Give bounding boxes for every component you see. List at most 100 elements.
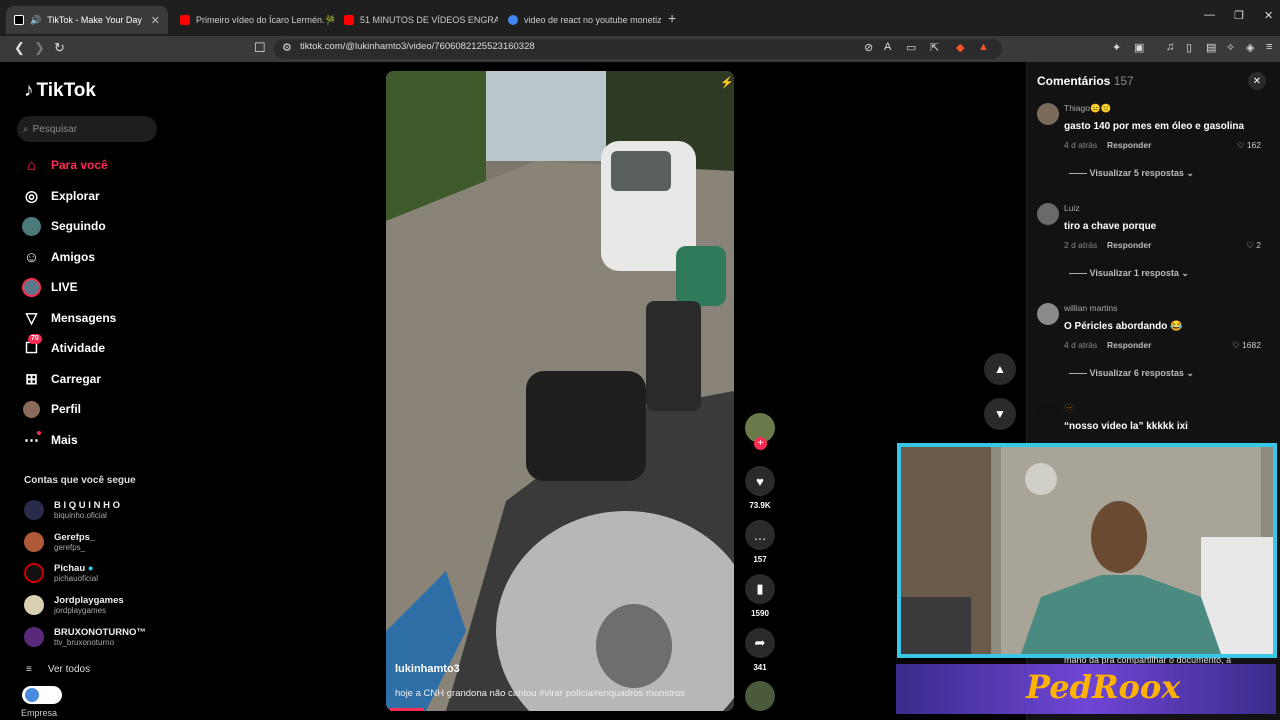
comment-date: 4 d atrás [1064,140,1098,150]
new-tab-icon[interactable]: + [668,10,676,26]
bookmark-icon[interactable]: ☐ [254,40,266,56]
followed-account[interactable]: Jordplaygames jordplaygames [24,595,124,615]
avatar[interactable] [1037,403,1059,425]
translate-icon[interactable]: A [884,41,891,53]
nav-item-seguindo[interactable]: Seguindo [22,215,182,237]
comment-username[interactable]: Thiago😑😕 [1064,103,1111,114]
url-text[interactable]: tiktok.com/@lukinhamto3/video/7606082125… [300,41,535,52]
back-icon[interactable]: ❮ [14,40,25,56]
cast-icon[interactable]: ▭ [906,41,916,54]
reply-button[interactable]: Responder [1107,240,1151,250]
brave-shield-icon[interactable]: ◆ [956,41,964,54]
sound-avatar-button[interactable] [745,681,775,711]
heart-outline-icon: ♡ [1246,240,1254,250]
business-toggle[interactable] [22,686,62,704]
heart-icon: ♥ [745,466,775,496]
view-replies-link[interactable]: —— Visualizar 1 resposta ⌄ [1069,268,1189,279]
site-info-icon[interactable]: ⚙ [282,41,292,54]
share-icon[interactable]: ⇱ [930,41,939,54]
nav-item-mais[interactable]: ⋯ Mais [22,429,182,451]
reload-icon[interactable]: ↻ [54,40,65,56]
reply-button[interactable]: Responder [1107,140,1151,150]
followed-account[interactable]: BRUXONOTURNO™ ttv_bruxonoturno [24,627,146,647]
extension-icon[interactable]: ✦ [1112,41,1121,54]
view-replies-link[interactable]: —— Visualizar 6 respostas ⌄ [1069,368,1194,379]
address-toolbar: ❮ ❯ ↻ ☐ [0,36,1280,62]
video-author[interactable]: lukinhamto3 [395,663,460,675]
mute-icon[interactable]: ⚡ [720,76,734,89]
like-button[interactable]: ♥ 73.9K [745,466,775,510]
wallet2-icon[interactable]: ▤ [1206,41,1216,54]
comments-title-label: Comentários [1037,74,1111,88]
forward-icon[interactable]: ❯ [34,40,45,56]
no-tracking-icon[interactable]: ⊘ [864,41,873,54]
minimize-icon[interactable]: — [1204,9,1215,21]
next-video-button[interactable]: ▼ [984,398,1016,430]
avatar[interactable] [1037,303,1059,325]
previous-video-button[interactable]: ▲ [984,353,1016,385]
tiktok-logo[interactable]: ♪ TikTok [24,80,96,102]
video-player[interactable] [386,71,734,711]
view-replies-link[interactable]: —— Visualizar 5 respostas ⌄ [1069,168,1194,179]
comment-like-button[interactable]: ♡ 2 [1246,240,1261,251]
comment-like-button[interactable]: ♡ 1682 [1232,340,1261,351]
creator-avatar-button[interactable]: + [745,413,775,450]
nav-item-perfil[interactable]: Perfil [22,398,182,420]
like-count: 73.9K [749,501,771,510]
music-icon[interactable]: ♫ [1166,41,1174,53]
toggle-knob [25,688,39,702]
window-close-icon[interactable]: ✕ [1264,9,1273,22]
vpn-icon[interactable]: ◈ [1246,41,1254,54]
browser-tab[interactable]: 51 MINUTOS DE VÍDEOS ENGRAÇAD [336,6,498,34]
leo-icon[interactable]: ✧ [1226,41,1235,54]
nav-item-atividade[interactable]: ☐ 70 Atividade [22,333,182,359]
comment-like-button[interactable]: ♡ 162 [1237,140,1261,151]
compass-icon: ◎ [24,188,39,205]
rewards-icon[interactable]: ▲ [978,41,989,53]
nav-item-mensagens[interactable]: ▽ Mensagens [22,307,182,329]
view-replies-label: Visualizar 1 resposta [1089,268,1179,278]
comment-username[interactable]: 🫥 [1064,403,1075,414]
nav-item-para-voce[interactable]: ⌂ Para você [22,154,182,176]
avatar[interactable] [1037,103,1059,125]
wallet-icon[interactable]: ▣ [1134,41,1144,54]
comment-username[interactable]: Luiz [1064,203,1080,213]
video-progress-bar[interactable] [390,708,424,711]
nav-item-carregar[interactable]: ⊞ Carregar [22,368,182,390]
avatar[interactable] [1037,203,1059,225]
tab-title: TikTok - Make Your Day [47,15,142,25]
browser-tab[interactable]: Primeiro vídeo do Ícaro Lermén.🎋🌿 [172,6,334,34]
search-input[interactable]: ⌕ Pesquisar [17,116,157,142]
see-all-link[interactable]: ≡ Ver todos [26,664,90,675]
comment-username[interactable]: willian martins [1064,303,1117,313]
comment-count: 157 [753,555,767,564]
chevron-down-icon: ▼ [994,407,1006,421]
browser-tab[interactable]: video de react no youtube monetiza [500,6,662,34]
menu-icon[interactable]: ≡ [1266,41,1272,53]
comment-button[interactable]: … 157 [745,520,775,564]
share-button[interactable]: ➦ 341 [745,628,775,672]
maximize-icon[interactable]: ❐ [1234,9,1244,22]
followed-account[interactable]: Gerefps_ gerefps_ [24,532,95,552]
video-frame [386,71,734,711]
nav-item-live[interactable]: LIVE [22,276,182,298]
followed-account[interactable]: B I Q U I N H Obiquinho.oficial [24,500,120,520]
followed-account[interactable]: Pichau ● pichauoficial [24,563,98,583]
nav-label: Mais [51,433,78,447]
comment-item: Luiz tiro a chave porque 2 d atrás Respo… [1037,203,1267,293]
friends-icon: ☺ [23,248,40,266]
comment-text: O Péricles abordando 😂 [1064,321,1183,332]
save-button[interactable]: ▮ 1590 [745,574,775,618]
avatar [24,500,44,520]
account-handle: biquinho.oficial [54,511,107,520]
live-icon [22,277,41,297]
nav-label: Seguindo [51,219,106,233]
nav-item-explorar[interactable]: ◎ Explorar [22,185,182,207]
browser-tab[interactable]: 🔊 TikTok - Make Your Day ✕ [6,6,168,34]
close-tab-icon[interactable]: ✕ [151,14,160,27]
reply-button[interactable]: Responder [1107,340,1151,350]
close-comments-button[interactable]: ✕ [1248,72,1266,90]
sidebar-toggle-icon[interactable]: ▯ [1186,41,1192,54]
nav-item-amigos[interactable]: ☺ Amigos [22,246,182,268]
follow-plus-icon[interactable]: + [754,437,767,450]
